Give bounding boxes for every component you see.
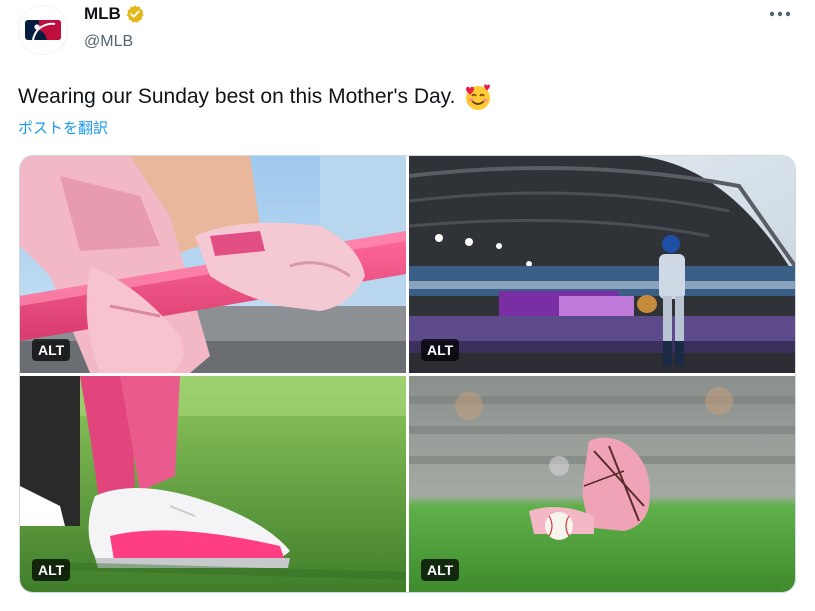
tweet-text: Wearing our Sunday best on this Mother's… <box>18 82 493 112</box>
tweet-header: MLB @MLB <box>0 0 815 60</box>
photo-batting-gloves[interactable]: ALT <box>20 156 406 373</box>
alt-badge[interactable]: ALT <box>32 339 71 361</box>
verified-badge-icon <box>126 5 144 23</box>
smiling-face-with-hearts-icon <box>466 84 491 110</box>
avatar[interactable] <box>18 5 68 55</box>
tweet-text-content: Wearing our Sunday best on this Mother's… <box>18 85 456 108</box>
batting-gloves-image <box>20 156 406 373</box>
photo-stadium-player[interactable]: ALT <box>409 156 795 373</box>
photo-pink-cleats[interactable]: ALT <box>20 376 406 592</box>
more-options-icon[interactable] <box>767 4 793 24</box>
mlb-logo-icon <box>25 20 61 40</box>
translate-post-link[interactable]: ポストを翻訳 <box>18 117 108 138</box>
alt-badge[interactable]: ALT <box>421 559 460 581</box>
handle[interactable]: @MLB <box>84 33 133 51</box>
display-name[interactable]: MLB <box>84 4 121 24</box>
stadium-image <box>409 156 795 373</box>
alt-badge[interactable]: ALT <box>421 339 460 361</box>
media-grid: ALT ALT ALT ALT <box>19 155 796 593</box>
cleats-image <box>20 376 406 592</box>
photo-pink-glove-ball[interactable]: ALT <box>409 376 795 592</box>
alt-badge[interactable]: ALT <box>32 559 71 581</box>
glove-ball-image <box>409 376 795 592</box>
